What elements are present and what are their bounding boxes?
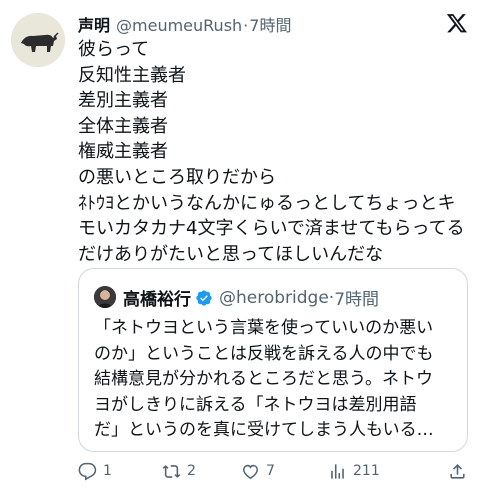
tweet-text-line: 全体主義者 (78, 115, 168, 137)
avatar[interactable] (11, 13, 65, 67)
tweet-text-line: ﾈﾄｳﾖとかいうなんかにゅるっとしてちょっとキ (78, 192, 456, 214)
tweet-text-line: モいカタカナ4文字くらいで済ませてもらってる (78, 218, 465, 240)
quoted-text: 「ネトウヨという言葉を使っていいのか悪い のか」ということは反戦を訴える人の中で… (94, 316, 460, 444)
tweet: 声明 @meumeuRush · 7時間 彼らって 反知性主義者 差別主義者 全… (0, 0, 480, 496)
author-handle[interactable]: @meumeuRush (116, 16, 242, 35)
tweet-text-line: だけありがたいと思ってほしいんだな (78, 243, 384, 265)
view-count: 211 (353, 463, 380, 479)
reply-count: 1 (103, 463, 112, 479)
quoted-author-handle[interactable]: @herobridge (219, 288, 329, 308)
tweet-text-line: 彼らって (78, 39, 150, 60)
quoted-avatar (94, 286, 116, 308)
verified-badge-icon (196, 289, 212, 306)
heart-icon (243, 464, 258, 479)
quoted-tweet[interactable]: 高橋裕行 @herobridge · 7時間 「ネトウヨという言葉を使っていいの… (78, 268, 468, 452)
reply-button[interactable]: 1 (78, 459, 112, 483)
tweet-text-line: の悪いところ取りだから (78, 166, 276, 188)
person-avatar-image (94, 286, 116, 308)
x-logo-icon (446, 14, 467, 33)
reply-icon (78, 462, 97, 480)
quoted-header: 高橋裕行 @herobridge · 7時間 (123, 285, 379, 311)
quoted-text-line: のか」ということは反戦を訴える人の中でも (94, 343, 434, 364)
quoted-author-name[interactable]: 高橋裕行 (123, 285, 191, 310)
action-bar: 1 2 7 211 (78, 459, 468, 483)
repost-icon (162, 464, 181, 478)
views-button[interactable]: 211 (328, 459, 380, 483)
tweet-text-line: 差別主義者 (78, 90, 168, 112)
tweet-text: 彼らって 反知性主義者 差別主義者 全体主義者 権威主義者 の悪いところ取りだか… (78, 37, 468, 267)
quoted-text-line: 「ネトウヨという言葉を使っていいのか悪い (94, 318, 434, 338)
like-button[interactable]: 7 (241, 459, 275, 483)
views-icon (331, 463, 344, 479)
repost-button[interactable]: 2 (162, 459, 196, 483)
bull-avatar-image (11, 13, 65, 67)
separator-dot: · (243, 16, 249, 35)
tweet-header: 声明 @meumeuRush · 7時間 (78, 12, 291, 36)
tweet-text-line: 反知性主義者 (78, 64, 186, 86)
quoted-text-line: だ」というのを真に受けてしまう人もいる… (94, 420, 434, 441)
quoted-timestamp[interactable]: 7時間 (334, 285, 379, 310)
like-count: 7 (266, 463, 275, 479)
timestamp[interactable]: 7時間 (249, 12, 291, 36)
author-name[interactable]: 声明 (78, 12, 110, 36)
share-icon (450, 463, 465, 479)
tweet-text-line: 権威主義者 (78, 141, 168, 163)
quoted-text-line: 結構意見が分かれるところだと思う。ネトウ (94, 369, 433, 390)
quoted-text-line: ヨがしきりに訴える「ネトウヨは差別用語 (94, 394, 417, 415)
repost-count: 2 (187, 463, 196, 479)
share-button[interactable] (448, 459, 473, 483)
